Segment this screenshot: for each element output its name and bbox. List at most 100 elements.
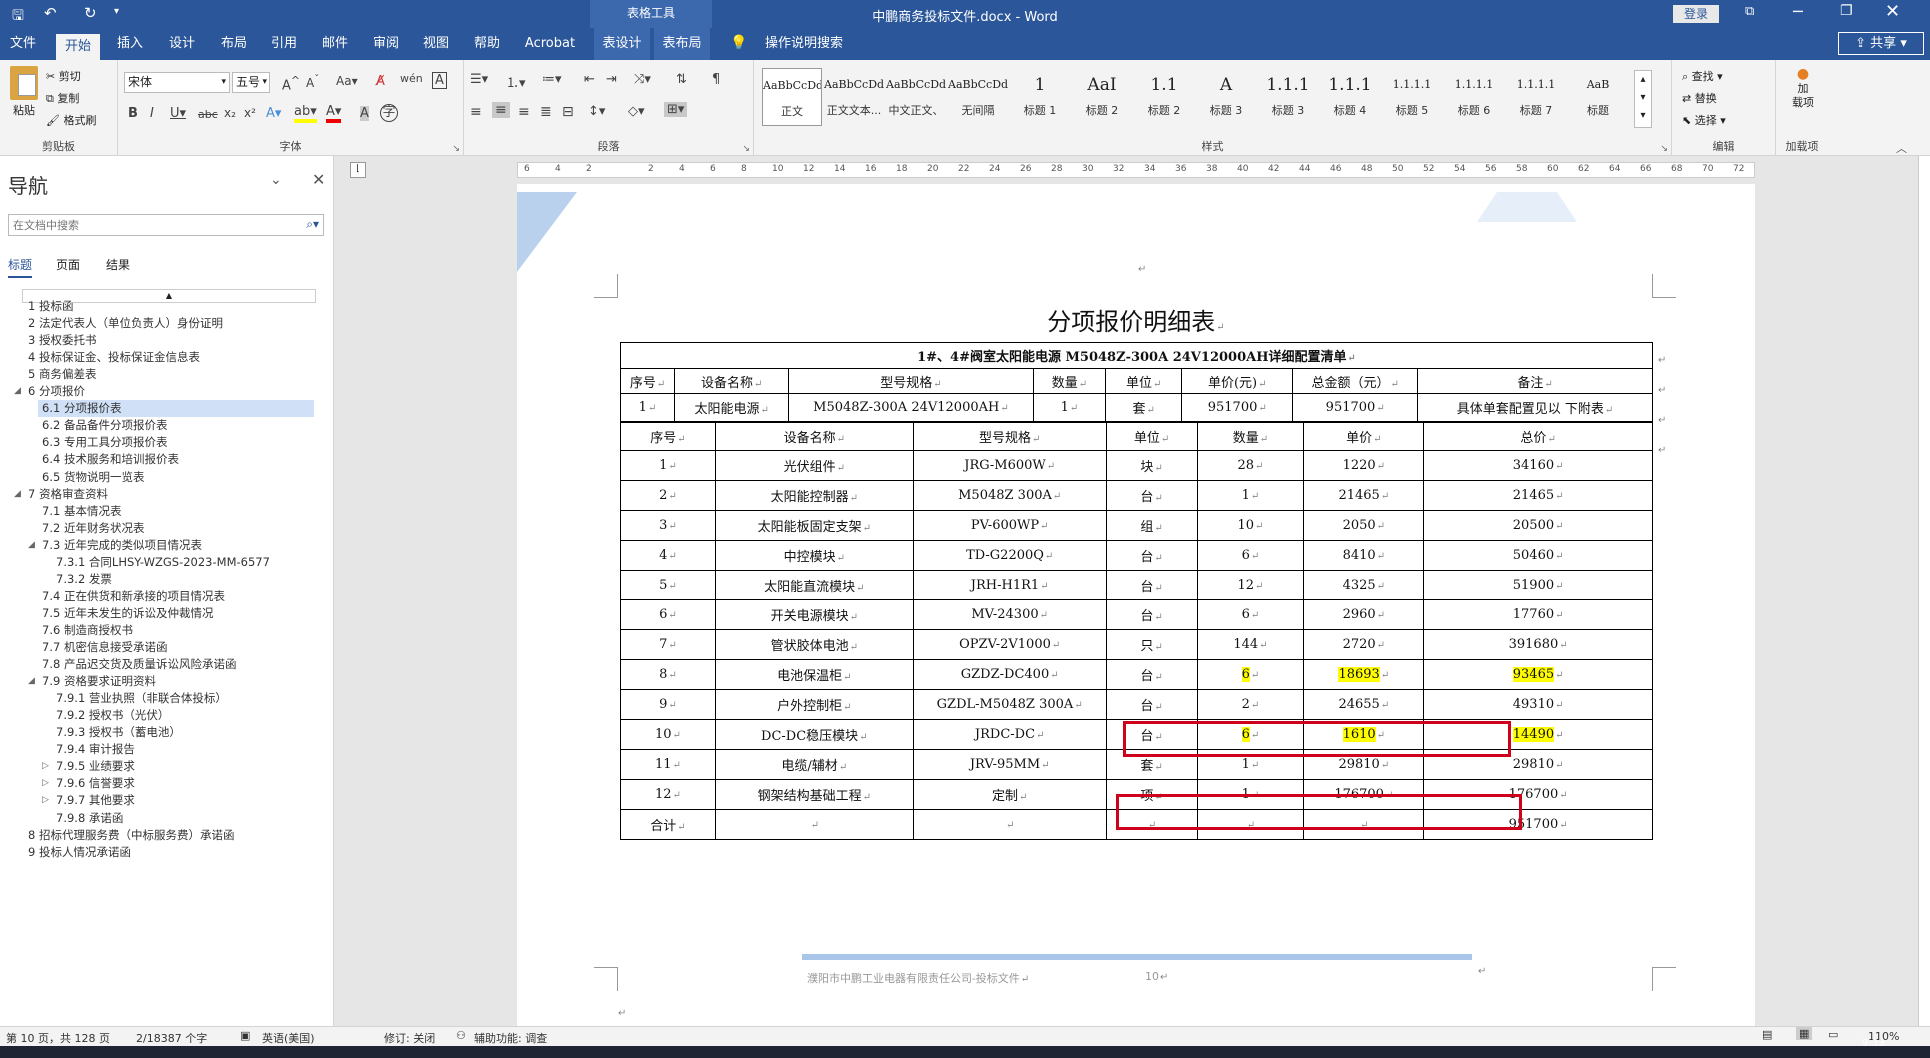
detail-cell[interactable]: 2↵	[620, 479, 716, 511]
nav-heading-item[interactable]: 3 授权委托书	[28, 332, 96, 349]
detail-cell[interactable]: M5048Z 300A↵	[912, 479, 1107, 511]
format-painter-button[interactable]: 🖌 格式刷	[46, 112, 96, 128]
style-item-1[interactable]: AaBbCcDdI 正文文本...	[824, 68, 884, 126]
detail-header-cell[interactable]: 设备名称↵	[714, 422, 914, 451]
detail-cell[interactable]: 21465↵	[1303, 479, 1425, 511]
detail-cell[interactable]: 8↵	[620, 659, 716, 691]
nav-heading-item[interactable]: 6 分项报价	[28, 383, 85, 400]
style-item-2[interactable]: AaBbCcDd 中文正文、	[886, 68, 946, 126]
detail-cell[interactable]: 2720↵	[1303, 629, 1425, 661]
detail-cell[interactable]: 20500↵	[1423, 509, 1653, 541]
nav-heading-item[interactable]: 7.6 制造商授权书	[42, 622, 133, 639]
nav-heading-item[interactable]: 7.9.2 授权书（光伏）	[56, 707, 169, 724]
detail-cell[interactable]: 1↵	[1196, 479, 1305, 511]
expand-triangle-icon[interactable]: ▷	[42, 795, 49, 805]
summary-header-cell[interactable]: 型号规格↵	[788, 368, 1034, 394]
summary-header-cell[interactable]: 数量↵	[1032, 368, 1107, 394]
nav-tab-headings[interactable]: 标题	[8, 256, 33, 278]
select-button[interactable]: ⬉ 选择 ▾	[1682, 112, 1726, 128]
expand-triangle-icon[interactable]: ▷	[42, 778, 49, 788]
detail-cell[interactable]: 太阳能控制器↵	[714, 479, 914, 511]
nav-heading-item[interactable]: 7 资格审查资料	[28, 486, 108, 503]
horizontal-ruler[interactable]: 6 4 2 2 4 6 8 10 12 14 16 18 20 22 24 26 28 30 32 34 36 38 40 4…	[517, 162, 1755, 178]
nav-heading-item[interactable]: 2 法定代表人（单位负责人）身份证明	[28, 315, 223, 332]
detail-cell[interactable]: 开关电源模块↵	[714, 599, 914, 631]
customize-qat-icon[interactable]: ▾	[114, 6, 119, 17]
total-cell[interactable]: 合计↵	[620, 808, 716, 840]
tab-file[interactable]: 文件	[4, 28, 42, 60]
paragraph-dialog-launcher-icon[interactable]: ↘	[742, 144, 750, 154]
nav-heading-item[interactable]: 6.3 专用工具分项报价表	[42, 434, 167, 451]
detail-cell[interactable]: MV-24300↵	[912, 599, 1107, 631]
styles-more-icon[interactable]: ▴ ▾ ▾	[1634, 70, 1652, 128]
detail-cell[interactable]: 2↵	[1196, 689, 1305, 721]
detail-cell[interactable]: 7↵	[620, 629, 716, 661]
detail-cell[interactable]: 17760↵	[1423, 599, 1653, 631]
nav-heading-item[interactable]: 6.4 技术服务和培训报价表	[42, 451, 179, 468]
detail-cell[interactable]: 6↵	[620, 599, 716, 631]
detail-cell[interactable]: 144↵	[1196, 629, 1305, 661]
detail-header-cell[interactable]: 总价↵	[1423, 422, 1653, 451]
show-marks-icon[interactable]: ¶	[712, 72, 720, 87]
nav-heading-item[interactable]: 6.1 分项报价表	[38, 400, 314, 418]
nav-heading-item[interactable]: 7.9.4 审计报告	[56, 741, 135, 758]
align-left-icon[interactable]: ≡	[470, 104, 482, 120]
summary-cell[interactable]: 951700↵	[1181, 393, 1294, 422]
tab-home[interactable]: 开始	[56, 34, 100, 60]
detail-cell[interactable]: 台↵	[1105, 569, 1198, 601]
detail-cell[interactable]: 电池保温柜↵	[714, 659, 914, 691]
word-count[interactable]: 2/18387 个字	[136, 1030, 207, 1046]
find-button[interactable]: ⌕ 查找 ▾	[1682, 68, 1723, 84]
nav-heading-item[interactable]: 1 投标函	[28, 298, 73, 315]
print-layout-icon[interactable]: ▦	[1796, 1027, 1813, 1040]
collapse-ribbon-icon[interactable]: ︿	[1896, 140, 1907, 156]
increase-indent-icon[interactable]: ⇥	[606, 72, 617, 87]
expand-triangle-icon[interactable]: ▷	[42, 761, 49, 771]
style-item-10[interactable]: 1.1.1.1 标题 5	[1382, 68, 1442, 126]
web-layout-icon[interactable]: ▭	[1828, 1028, 1838, 1041]
detail-cell[interactable]: 51900↵	[1423, 569, 1653, 601]
style-item-12[interactable]: 1.1.1.1 标题 7	[1506, 68, 1566, 126]
detail-cell[interactable]: GZDL-M5048Z 300A↵	[912, 689, 1107, 721]
replace-button[interactable]: ⇄ 替换	[1682, 90, 1717, 106]
nav-heading-item[interactable]: 7.8 产品迟交货及质量诉讼风险承诺函	[42, 656, 236, 673]
nav-close-icon[interactable]: ✕	[312, 170, 325, 189]
detail-cell[interactable]: JRV-95MM↵	[912, 748, 1107, 780]
summary-header-cell[interactable]: 单价(元)↵	[1181, 368, 1294, 394]
maximize-icon[interactable]: ❐	[1840, 3, 1853, 19]
detail-header-cell[interactable]: 序号↵	[620, 422, 716, 451]
nav-heading-item[interactable]: 7.9.7 其他要求	[56, 792, 135, 809]
decrease-indent-icon[interactable]: ⇤	[584, 72, 595, 87]
nav-heading-item[interactable]: 5 商务偏差表	[28, 366, 96, 383]
nav-heading-item[interactable]: 7.1 基本情况表	[42, 503, 121, 520]
style-item-6[interactable]: 1.1 标题 2	[1134, 68, 1194, 126]
detail-cell[interactable]: 34160↵	[1423, 450, 1653, 481]
detail-cell[interactable]: 户外控制柜↵	[714, 689, 914, 721]
nav-options-icon[interactable]: ⌄	[270, 172, 282, 188]
tab-view[interactable]: 视图	[414, 28, 458, 60]
style-item-11[interactable]: 1.1.1.1 标题 6	[1444, 68, 1504, 126]
detail-cell[interactable]: 光伏组件↵	[714, 450, 914, 481]
cut-button[interactable]: ✂ 剪切	[46, 68, 81, 84]
nav-heading-item[interactable]: 7.5 近年未发生的诉讼及仲裁情况	[42, 605, 213, 622]
nav-search-input[interactable]	[9, 215, 289, 235]
italic-icon[interactable]: I	[150, 106, 154, 121]
tab-insert[interactable]: 插入	[108, 28, 152, 60]
detail-header-cell[interactable]: 型号规格↵	[912, 422, 1107, 451]
tab-review[interactable]: 审阅	[364, 28, 408, 60]
total-cell[interactable]: ↵	[912, 808, 1107, 840]
bold-icon[interactable]: B	[128, 106, 138, 121]
minimize-icon[interactable]: ─	[1793, 2, 1803, 21]
style-item-0[interactable]: AaBbCcDdI 正文	[762, 68, 822, 126]
detail-cell[interactable]: 6↵	[1196, 659, 1305, 691]
detail-cell[interactable]: 9↵	[620, 689, 716, 721]
shading-icon[interactable]: ◇▾	[628, 104, 645, 119]
detail-cell[interactable]: 1↵	[620, 450, 716, 481]
strikethrough-icon[interactable]: abc	[198, 108, 218, 121]
grow-font-icon[interactable]: A^	[282, 74, 300, 93]
detail-cell[interactable]: PV-600WP↵	[912, 509, 1107, 541]
chinese-layout-icon[interactable]: ⤨▾	[634, 72, 651, 87]
detail-cell[interactable]: 24655↵	[1303, 689, 1425, 721]
nav-heading-item[interactable]: 7.3.1 合同LHSY-WZGS-2023-MM-6577	[56, 554, 270, 571]
text-effects-icon[interactable]: A▾	[266, 106, 281, 121]
